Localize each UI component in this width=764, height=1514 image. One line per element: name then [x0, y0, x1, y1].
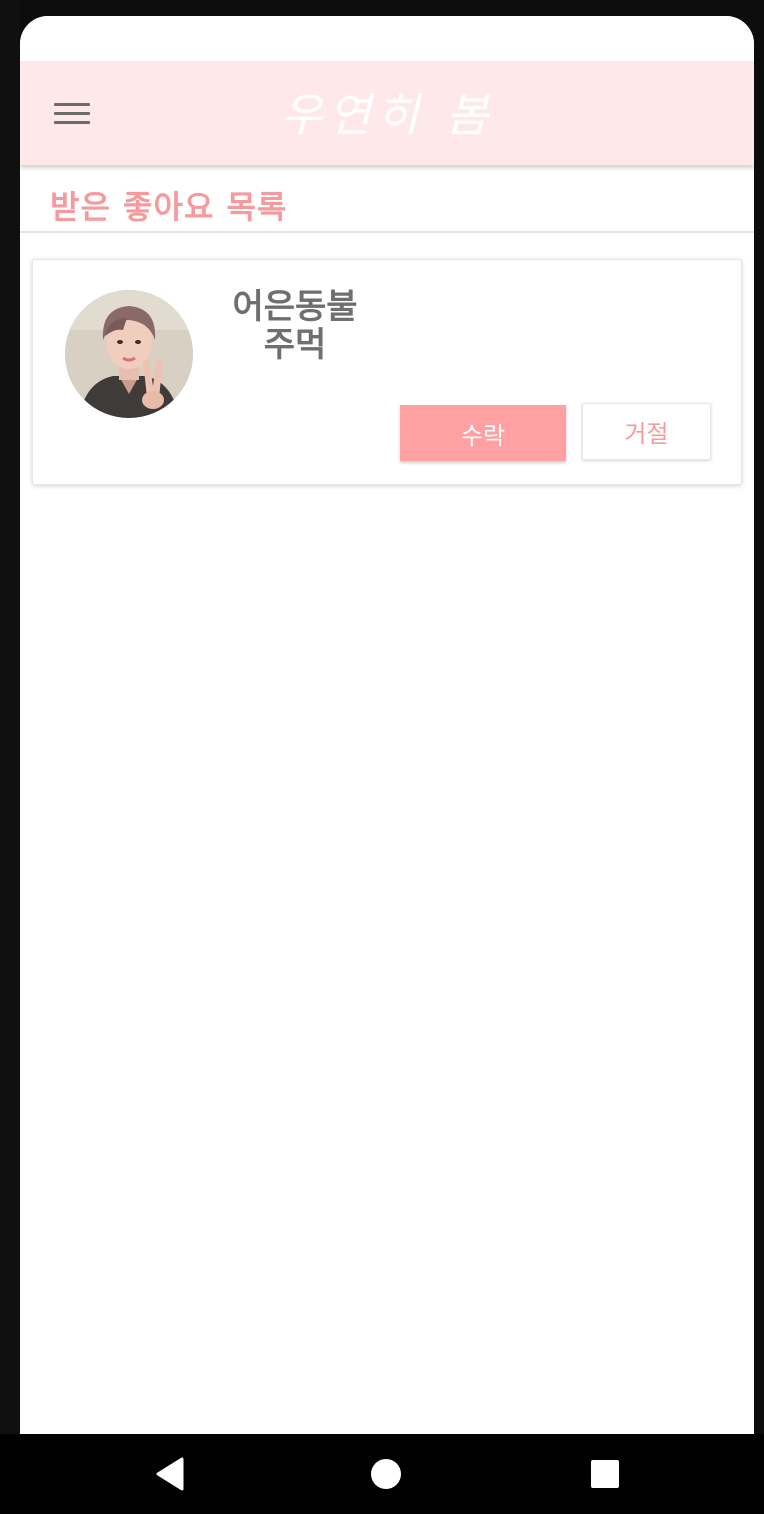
- system-nav-bar: [0, 1434, 764, 1514]
- avatar[interactable]: [65, 290, 193, 418]
- profile-photo: [65, 290, 193, 418]
- reject-button[interactable]: 거절: [582, 403, 711, 460]
- liker-name: 어은동불 주먹: [211, 288, 379, 364]
- like-card: 어은동불 주먹 수락 거절: [32, 259, 742, 485]
- accept-button[interactable]: 수락: [400, 405, 566, 461]
- status-bar: [20, 16, 754, 61]
- liker-name-line1: 어은동불: [232, 287, 358, 327]
- divider: [20, 231, 754, 233]
- page-title: 받은 좋아요 목록: [50, 188, 288, 226]
- nav-recents-button[interactable]: [565, 1434, 645, 1514]
- back-triangle-icon: [156, 1457, 184, 1491]
- app-bar: 우연히 봄: [20, 61, 754, 165]
- device-bezel-left: [0, 0, 20, 1434]
- app-screen: 우연히 봄 받은 좋아요 목록 어은동불 주먹 수락 거절: [20, 16, 754, 1434]
- device-bezel-right: [754, 0, 764, 1434]
- app-title: 우연히 봄: [280, 88, 494, 142]
- home-circle-icon: [371, 1459, 401, 1489]
- nav-back-button[interactable]: [130, 1434, 210, 1514]
- nav-home-button[interactable]: [346, 1434, 426, 1514]
- recents-square-icon: [591, 1460, 619, 1488]
- liker-name-line2: 주먹: [263, 325, 327, 365]
- device-frame: 우연히 봄 받은 좋아요 목록 어은동불 주먹 수락 거절: [0, 0, 764, 1514]
